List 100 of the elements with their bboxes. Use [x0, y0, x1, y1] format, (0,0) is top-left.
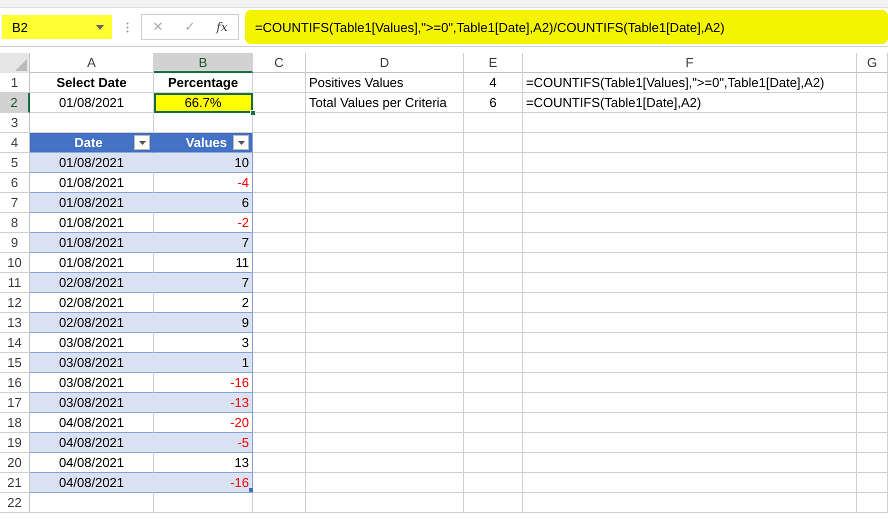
fill-handle[interactable]: [250, 110, 256, 116]
row-header[interactable]: 12: [0, 293, 30, 313]
column-header[interactable]: A: [30, 53, 154, 73]
empty-cell: [464, 493, 523, 513]
table-resize-handle[interactable]: [249, 488, 253, 492]
empty-cell: [857, 293, 888, 313]
row-header[interactable]: 7: [0, 193, 30, 213]
empty-cell: [857, 393, 888, 413]
empty-cell: [857, 213, 888, 233]
filter-dropdown-button[interactable]: [134, 135, 150, 150]
empty-cell: [857, 153, 888, 173]
value-cell: -5: [154, 433, 253, 453]
column-header[interactable]: G: [857, 53, 888, 73]
empty-cell: [857, 473, 888, 493]
empty-cell: [464, 433, 523, 453]
empty-cell: [464, 313, 523, 333]
date-cell: 01/08/2021: [30, 153, 154, 173]
row-header[interactable]: 1: [0, 73, 30, 93]
empty-cell: [857, 273, 888, 293]
row-header[interactable]: 11: [0, 273, 30, 293]
header-cell: Select Date: [30, 73, 154, 93]
date-cell: 03/08/2021: [30, 373, 154, 393]
value-cell: -20: [154, 413, 253, 433]
value-cell: 6: [154, 193, 253, 213]
value-cell: 10: [154, 153, 253, 173]
empty-cell: [857, 193, 888, 213]
row-header[interactable]: 14: [0, 333, 30, 353]
value-cell: -16: [154, 473, 253, 493]
row-header[interactable]: 13: [0, 313, 30, 333]
date-cell: 01/08/2021: [30, 213, 154, 233]
empty-cell: [857, 133, 888, 153]
empty-cell: [857, 353, 888, 373]
empty-cell: [857, 493, 888, 513]
empty-cell: [464, 413, 523, 433]
value-cell: -2: [154, 213, 253, 233]
row-header[interactable]: 10: [0, 253, 30, 273]
filter-dropdown-button[interactable]: [233, 135, 249, 150]
row-header[interactable]: 4: [0, 133, 30, 153]
empty-cell: [464, 173, 523, 193]
row-header[interactable]: 17: [0, 393, 30, 413]
value-cell: -4: [154, 173, 253, 193]
triangle-icon: [15, 59, 27, 71]
empty-cell: [857, 113, 888, 133]
date-cell: 02/08/2021: [30, 313, 154, 333]
date-cell: 04/08/2021: [30, 453, 154, 473]
date-cell: 01/08/2021: [30, 173, 154, 193]
empty-cell: [253, 73, 306, 93]
caret-icon: [138, 140, 146, 144]
row-header[interactable]: 6: [0, 173, 30, 193]
empty-cell: [464, 353, 523, 373]
empty-cell: [253, 113, 306, 133]
date-cell: 03/08/2021: [30, 393, 154, 413]
date-cell: 01/08/2021: [30, 233, 154, 253]
empty-cell: [464, 473, 523, 493]
name-box[interactable]: B2: [2, 15, 112, 39]
date-cell: 02/08/2021: [30, 273, 154, 293]
row-header[interactable]: 20: [0, 453, 30, 473]
value-cell: 11: [154, 253, 253, 273]
empty-cell: [464, 233, 523, 253]
row-header[interactable]: 15: [0, 353, 30, 373]
empty-cell: [857, 73, 888, 93]
row-header[interactable]: 19: [0, 433, 30, 453]
column-header[interactable]: C: [253, 53, 306, 73]
formula-text-cell: =COUNTIFS(Table1[Values],">=0",Table1[Date],A2): [523, 73, 857, 93]
row-header[interactable]: 22: [0, 493, 30, 513]
column-header[interactable]: E: [464, 53, 523, 73]
empty-cell: [857, 313, 888, 333]
date-cell: 03/08/2021: [30, 353, 154, 373]
date-cell: 01/08/2021: [30, 193, 154, 213]
empty-cell: [857, 333, 888, 353]
row-header[interactable]: 18: [0, 413, 30, 433]
row-header[interactable]: 8: [0, 213, 30, 233]
row-header[interactable]: 3: [0, 113, 30, 133]
empty-cell: [857, 413, 888, 433]
row-header[interactable]: 9: [0, 233, 30, 253]
value-cell: 7: [154, 233, 253, 253]
value-cell: 9: [154, 313, 253, 333]
label-cell: Total Values per Criteria: [306, 93, 464, 113]
column-label: Values: [186, 135, 227, 150]
row-header[interactable]: 5: [0, 153, 30, 173]
label-cell: Positives Values: [306, 73, 464, 93]
date-cell: 04/08/2021: [30, 473, 154, 493]
row-header[interactable]: 21: [0, 473, 30, 493]
empty-cell: [464, 333, 523, 353]
empty-cell: [464, 273, 523, 293]
formula-field[interactable]: =COUNTIFS(Table1[Values],">=0",Table1[Date],A2)/COUNTIFS(Table1[Date],A2): [245, 10, 888, 44]
column-header[interactable]: F: [523, 53, 857, 73]
row-header[interactable]: 2: [0, 93, 30, 113]
drag-handle-icon[interactable]: [126, 22, 129, 32]
empty-cell: [857, 173, 888, 193]
date-cell: 03/08/2021: [30, 333, 154, 353]
column-header[interactable]: B: [154, 53, 253, 73]
column-header[interactable]: D: [306, 53, 464, 73]
date-cell: 02/08/2021: [30, 293, 154, 313]
empty-cell: [464, 453, 523, 473]
count-cell: 6: [464, 93, 523, 113]
row-header[interactable]: 16: [0, 373, 30, 393]
empty-cell: [857, 453, 888, 473]
empty-cell: [857, 373, 888, 393]
value-cell: 7: [154, 273, 253, 293]
